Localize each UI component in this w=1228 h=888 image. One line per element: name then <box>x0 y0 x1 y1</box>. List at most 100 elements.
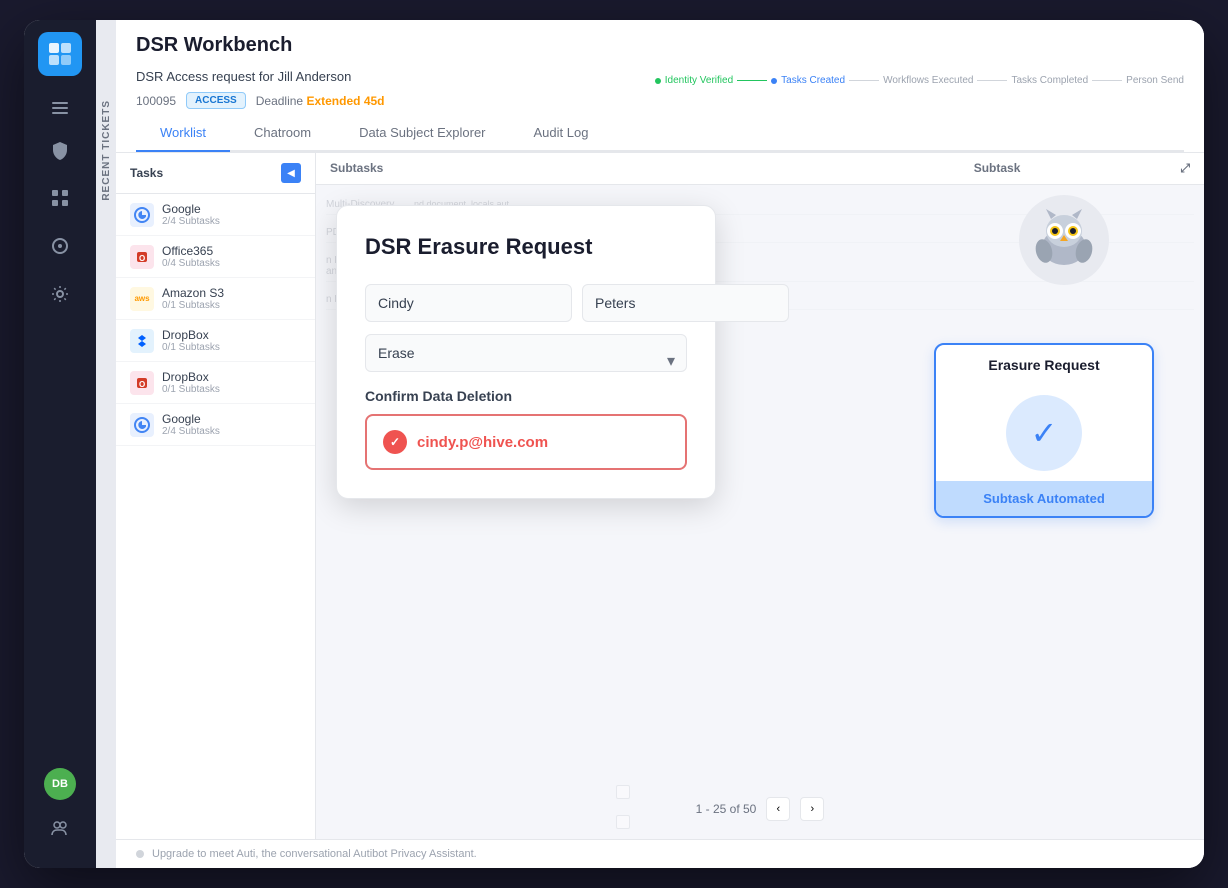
task-info-amazon: Amazon S3 0/1 Subtasks <box>162 286 301 311</box>
svg-text:O: O <box>139 380 145 389</box>
grid-icon <box>51 189 69 207</box>
main-content: DSR Workbench DSR Access request for Jil… <box>116 20 1204 868</box>
sidebar-nav-tools[interactable] <box>40 226 80 266</box>
task-item-office365[interactable]: O Office365 0/4 Subtasks <box>116 236 315 278</box>
email-warning-icon: ✓ <box>383 430 407 454</box>
subtask-col-label: Subtask <box>974 161 1021 176</box>
task-name-office365: Office365 <box>162 244 301 258</box>
task-item-google-1[interactable]: Google 2/4 Subtasks <box>116 194 315 236</box>
google-logo-2 <box>130 413 154 437</box>
tab-worklist[interactable]: Worklist <box>136 115 230 152</box>
tools-icon <box>51 237 69 255</box>
task-sub-google-2: 2/4 Subtasks <box>162 426 301 437</box>
ticket-name: DSR Access request for Jill Anderson <box>136 69 351 84</box>
pagination-prev[interactable]: ‹ <box>766 797 790 821</box>
office-icon-2: O <box>134 375 150 391</box>
tab-chatroom[interactable]: Chatroom <box>230 115 335 152</box>
task-sub-dropbox-1: 0/1 Subtasks <box>162 342 301 353</box>
dropbox-logo-1 <box>130 329 154 353</box>
first-name-input[interactable] <box>365 284 572 322</box>
task-name-google-1: Google <box>162 202 301 216</box>
owl-icon <box>1029 205 1099 275</box>
sidebar-nav-settings[interactable] <box>40 274 80 314</box>
step-tasks: Tasks Created <box>771 75 845 86</box>
email-address: cindy.p@hive.com <box>417 434 548 451</box>
settings-icon <box>51 285 69 303</box>
logo[interactable] <box>38 32 82 76</box>
email-confirm-box: ✓ cindy.p@hive.com <box>365 414 687 470</box>
erasure-card-title: Erasure Request <box>936 345 1152 385</box>
task-item-dropbox-1[interactable]: DropBox 0/1 Subtasks <box>116 320 315 362</box>
app-container: DB RECENT TICKETS DSR Workbench DSR Acce… <box>24 20 1204 868</box>
step-person: Person Send <box>1126 75 1184 86</box>
step-connector-2 <box>849 80 879 81</box>
task-sub-dropbox-2: 0/1 Subtasks <box>162 384 301 395</box>
owl-mascot <box>1019 195 1109 285</box>
tasks-header-label: Tasks <box>130 166 163 180</box>
hamburger-menu[interactable] <box>46 96 74 120</box>
check-icon: ✓ <box>1031 414 1058 452</box>
collapse-icon: ◀ <box>287 168 295 179</box>
right-visualization: Erasure Request ✓ Subtask Automated <box>924 185 1204 839</box>
top-header: DSR Workbench DSR Access request for Jil… <box>116 20 1204 153</box>
step-identity: Identity Verified <box>655 75 733 86</box>
task-info-dropbox-1: DropBox 0/1 Subtasks <box>162 328 301 353</box>
ticket-info: DSR Access request for Jill Anderson <box>136 69 385 84</box>
amazon-logo: aws <box>130 287 154 311</box>
column-headers: Subtasks Subtask ⤢ <box>316 153 1204 185</box>
upgrade-dot <box>136 850 144 858</box>
step-workflows: Workflows Executed <box>883 75 973 86</box>
action-select-wrapper: Erase <box>365 334 687 388</box>
task-info-office365: Office365 0/4 Subtasks <box>162 244 301 269</box>
user-avatar[interactable]: DB <box>44 768 76 800</box>
tab-data-subject[interactable]: Data Subject Explorer <box>335 115 509 152</box>
action-select[interactable]: Erase <box>365 334 687 372</box>
name-form-row <box>365 284 687 322</box>
ticket-id: 100095 <box>136 94 176 108</box>
task-info-google-2: Google 2/4 Subtasks <box>162 412 301 437</box>
people-icon <box>51 819 69 837</box>
page-title: DSR Workbench <box>136 34 1184 57</box>
dropbox-logo-2: O <box>130 371 154 395</box>
task-item-google-2[interactable]: Google 2/4 Subtasks <box>116 404 315 446</box>
svg-text:O: O <box>139 254 145 263</box>
sidebar-nav-people[interactable] <box>40 808 80 848</box>
task-name-dropbox-1: DropBox <box>162 328 301 342</box>
logo-icon <box>47 41 73 67</box>
upgrade-bar: Upgrade to meet Auti, the conversational… <box>116 839 1204 868</box>
dsr-erasure-modal: DSR Erasure Request Erase Confirm Data D… <box>336 205 716 499</box>
collapse-button[interactable]: ◀ <box>281 163 301 183</box>
last-name-input[interactable] <box>582 284 789 322</box>
task-item-amazon[interactable]: aws Amazon S3 0/1 Subtasks <box>116 278 315 320</box>
pagination-next[interactable]: › <box>800 797 824 821</box>
task-item-dropbox-2[interactable]: O DropBox 0/1 Subtasks <box>116 362 315 404</box>
google-icon-1 <box>134 207 150 223</box>
step-completed: Tasks Completed <box>1011 75 1088 86</box>
subtasks-col-label: Subtasks <box>330 161 383 176</box>
deadline-info: Deadline Extended 45d <box>256 94 385 108</box>
erasure-request-card: Erasure Request ✓ Subtask Automated <box>934 343 1154 518</box>
subtask-automated-label: Subtask Automated <box>936 481 1152 516</box>
shield-icon <box>50 140 70 160</box>
task-name-google-2: Google <box>162 412 301 426</box>
office365-icon: O <box>134 249 150 265</box>
expand-icon-placeholder[interactable]: ⤢ <box>1180 161 1190 176</box>
pagination-info: 1 - 25 of 50 <box>696 802 757 816</box>
tab-audit-log[interactable]: Audit Log <box>510 115 613 152</box>
sidebar-nav-grid[interactable] <box>40 178 80 218</box>
recent-tickets-label: RECENT TICKETS <box>101 100 112 201</box>
step-connector-4 <box>1092 80 1122 81</box>
sidebar: DB <box>24 20 96 868</box>
task-sub-google-1: 2/4 Subtasks <box>162 216 301 227</box>
content-area: Tasks ◀ Google 2/4 Subtasks <box>116 153 1204 839</box>
tabs-row: Worklist Chatroom Data Subject Explorer … <box>136 115 1184 152</box>
step-connector-3 <box>977 80 1007 81</box>
task-name-amazon: Amazon S3 <box>162 286 301 300</box>
main-work-area: Multi-Discovery nd document, locals aut … <box>316 185 1204 839</box>
upgrade-text: Upgrade to meet Auti, the conversational… <box>152 848 477 860</box>
sidebar-nav-shield[interactable] <box>40 130 80 170</box>
google-icon-2 <box>134 417 150 433</box>
deadline-extended: Extended 45d <box>306 94 384 108</box>
work-content: Subtasks Subtask ⤢ Multi-Discovery nd do… <box>316 153 1204 839</box>
panel-header: Tasks ◀ <box>116 153 315 194</box>
